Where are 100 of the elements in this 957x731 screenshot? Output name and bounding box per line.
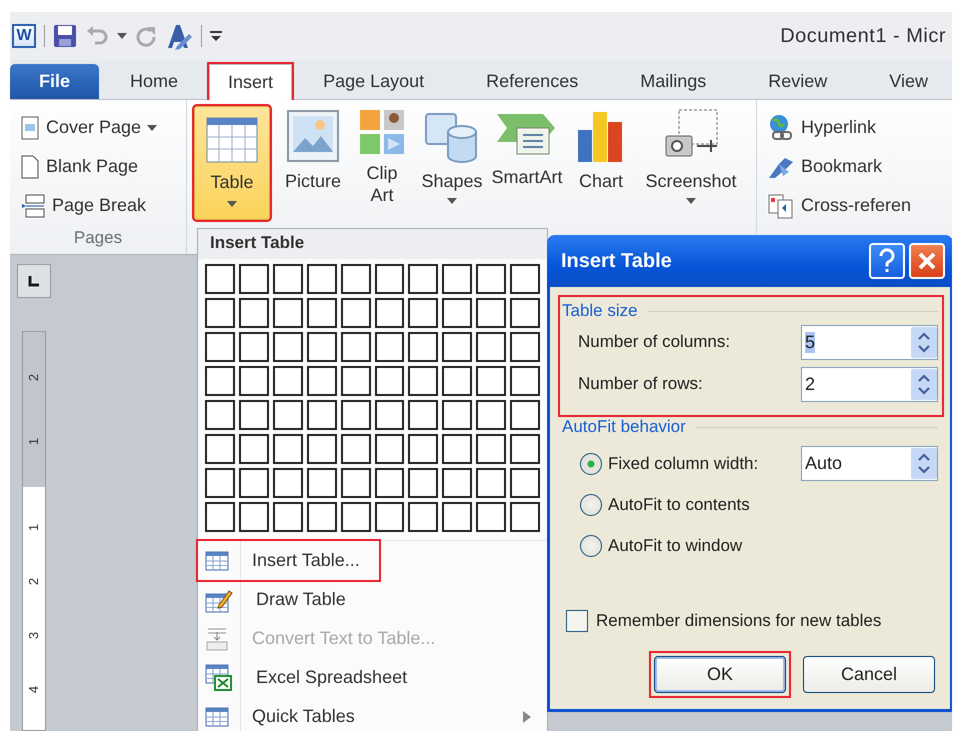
grid-cell[interactable] [374,332,404,362]
menu-item[interactable]: Excel Spreadsheet [198,658,547,697]
number-field[interactable]: 2 [801,366,938,402]
radio-button[interactable] [580,494,602,516]
grid-cell[interactable] [340,502,371,532]
grid-cell[interactable] [408,366,438,396]
grid-cell[interactable] [374,298,404,328]
pen-icon[interactable] [165,22,193,50]
grid-cell[interactable] [374,434,404,464]
grid-cell[interactable] [306,264,337,294]
grid-cell[interactable] [510,434,540,464]
menu-item[interactable]: Draw Table [198,580,547,619]
grid-cell[interactable] [306,502,337,532]
grid-cell[interactable] [442,366,472,396]
menu-item[interactable]: Insert Table... [198,541,379,580]
grid-cell[interactable] [408,264,438,294]
grid-cell[interactable] [374,468,404,498]
grid-cell[interactable] [272,332,303,362]
grid-cell[interactable] [340,366,371,396]
help-button[interactable] [869,243,905,279]
ribbon-tab[interactable]: Page Layout [292,64,456,99]
grid-cell[interactable] [408,298,438,328]
radio-button[interactable] [580,534,602,556]
grid-cell[interactable] [442,400,472,430]
grid-cell[interactable] [306,366,337,396]
grid-cell[interactable] [340,400,371,430]
file-tab[interactable]: File [10,64,100,99]
tab-selector[interactable] [17,264,51,298]
ribbon-button[interactable]: Cover Page [10,108,186,147]
grid-cell[interactable] [306,332,337,362]
menu-item[interactable]: Quick Tables [198,697,547,731]
number-field[interactable]: 5 [801,324,938,360]
grid-cell[interactable] [374,366,404,396]
ribbon-button[interactable]: SmartArt [488,106,566,188]
grid-cell[interactable] [476,400,506,430]
grid-cell[interactable] [238,264,269,294]
grid-cell[interactable] [272,502,303,532]
radio-button[interactable] [580,452,602,474]
ribbon-tab[interactable]: Home [99,64,210,99]
customize-toolbar-icon[interactable] [210,30,222,42]
ribbon-tab[interactable]: View [858,64,952,99]
grid-cell[interactable] [510,264,540,294]
grid-cell[interactable] [205,400,235,430]
grid-cell[interactable] [340,332,371,362]
app-logo[interactable]: W [12,24,36,48]
grid-cell[interactable] [238,502,269,532]
close-button[interactable] [909,243,945,279]
grid-cell[interactable] [408,468,438,498]
ribbon-button[interactable]: Bookmark [757,147,952,186]
grid-cell[interactable] [238,298,269,328]
grid-cell[interactable] [306,400,337,430]
grid-cell[interactable] [442,502,472,532]
grid-cell[interactable] [205,434,235,464]
grid-cell[interactable] [374,264,404,294]
grid-cell[interactable] [340,434,371,464]
ribbon-tab[interactable]: Review [737,64,858,99]
grid-cell[interactable] [442,332,472,362]
ribbon-button[interactable]: Shapes [416,106,488,204]
grid-cell[interactable] [238,400,269,430]
grid-cell[interactable] [306,434,337,464]
ribbon-button[interactable]: Picture [278,106,348,192]
grid-cell[interactable] [510,332,540,362]
ribbon-button[interactable]: Screenshot [636,106,746,204]
grid-cell[interactable] [272,434,303,464]
grid-cell[interactable] [476,434,506,464]
grid-cell[interactable] [510,400,540,430]
grid-cell[interactable] [510,366,540,396]
grid-cell[interactable] [238,332,269,362]
grid-cell[interactable] [510,468,540,498]
grid-cell[interactable] [205,502,235,532]
cancel-button[interactable]: Cancel [803,656,935,693]
grid-cell[interactable] [272,298,303,328]
checkbox[interactable] [566,610,588,632]
width-field[interactable]: Auto [801,446,938,481]
ribbon-button[interactable]: Chart [566,106,636,192]
ribbon-tab[interactable]: References [455,64,610,99]
ribbon-tab[interactable]: Mailings [609,64,738,99]
grid-cell[interactable] [238,434,269,464]
grid-cell[interactable] [238,468,269,498]
grid-cell[interactable] [238,366,269,396]
grid-cell[interactable] [374,502,404,532]
grid-cell[interactable] [205,298,235,328]
grid-cell[interactable] [510,298,540,328]
grid-cell[interactable] [408,502,438,532]
spinner-arrows-icon[interactable] [911,326,937,358]
grid-cell[interactable] [374,400,404,430]
grid-cell[interactable] [476,298,506,328]
ribbon-button[interactable]: Blank Page [10,147,186,186]
grid-cell[interactable] [306,298,337,328]
grid-cell[interactable] [476,366,506,396]
grid-cell[interactable] [272,468,303,498]
grid-cell[interactable] [205,366,235,396]
grid-cell[interactable] [408,332,438,362]
grid-cell[interactable] [442,298,472,328]
grid-cell[interactable] [306,468,337,498]
ribbon-tab[interactable]: Insert [209,64,292,100]
grid-cell[interactable] [476,468,506,498]
grid-cell[interactable] [340,298,371,328]
ribbon-button[interactable]: Cross-referen [757,186,952,225]
grid-cell[interactable] [510,502,540,532]
